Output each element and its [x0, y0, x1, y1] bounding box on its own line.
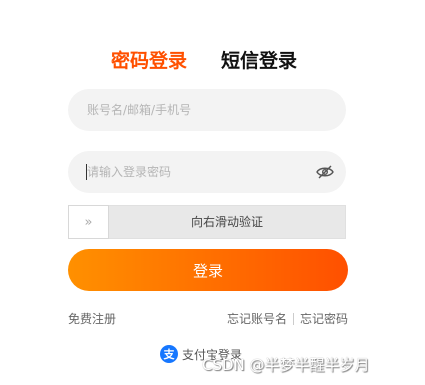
slider-label: 向右滑动验证 — [190, 215, 263, 229]
eye-closed-icon[interactable] — [316, 164, 334, 180]
link-divider — [292, 312, 294, 325]
password-input[interactable] — [87, 151, 307, 193]
forgot-account-link[interactable]: 忘记账号名 — [227, 310, 287, 327]
register-link[interactable]: 免费注册 — [68, 310, 116, 327]
footer-links: 免费注册 忘记账号名 忘记密码 — [68, 310, 348, 328]
tab-sms-login[interactable]: 短信登录 — [221, 46, 297, 76]
login-tabs: 密码登录 短信登录 — [0, 46, 425, 76]
double-chevron-right-icon: » — [84, 214, 93, 230]
slider-handle[interactable]: » — [68, 205, 109, 239]
forgot-password-link[interactable]: 忘记密码 — [300, 310, 348, 327]
slide-verification: » 向右滑动验证 — [68, 205, 346, 239]
account-input[interactable] — [87, 89, 307, 131]
alipay-icon: 支 — [160, 345, 178, 363]
tab-password-login[interactable]: 密码登录 — [111, 46, 187, 76]
forgot-links: 忘记账号名 忘记密码 — [227, 310, 348, 327]
login-button[interactable]: 登录 — [68, 249, 348, 291]
account-field[interactable] — [68, 89, 346, 131]
text-caret — [86, 164, 87, 180]
watermark: CSDN @半梦半醒半岁月 — [202, 356, 370, 374]
password-field[interactable] — [68, 151, 346, 193]
